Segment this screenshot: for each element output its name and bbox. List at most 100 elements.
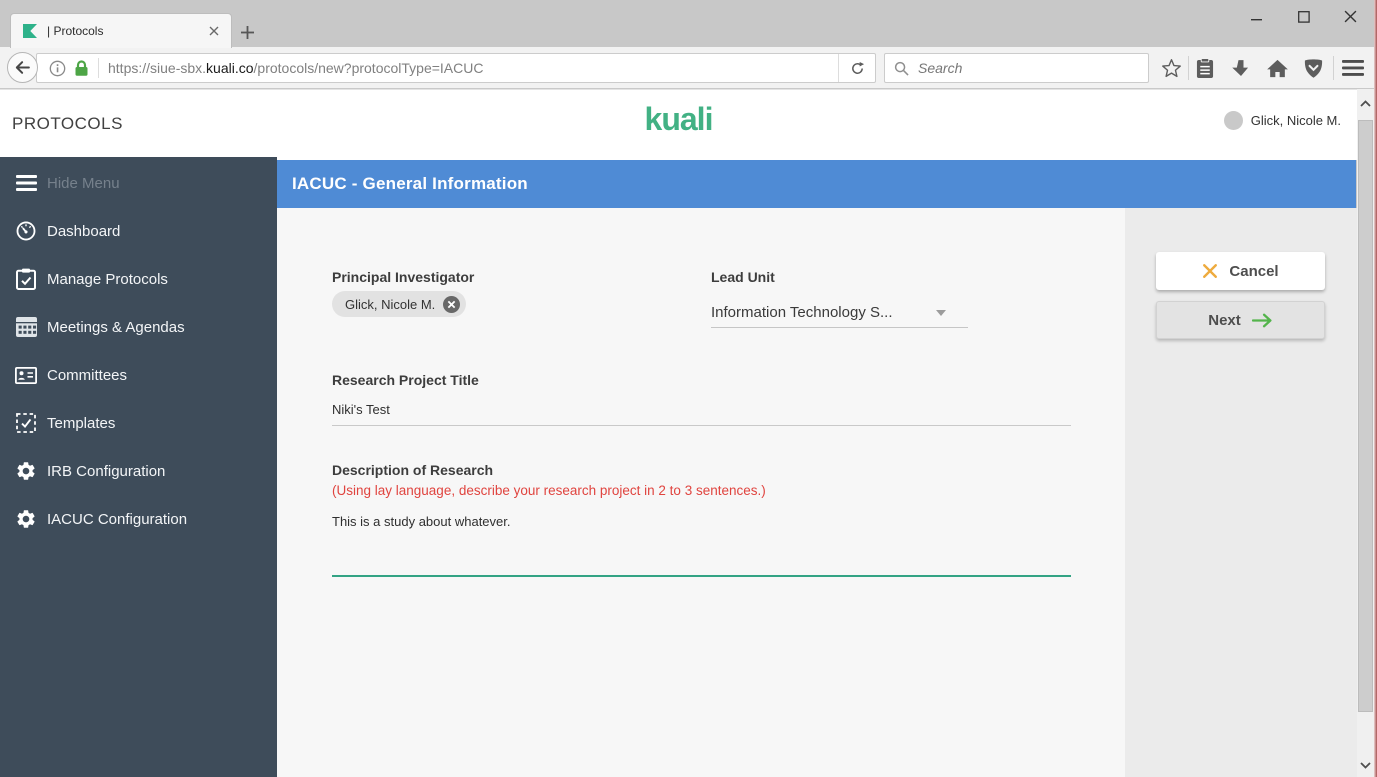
url-domain: kuali.co (206, 60, 254, 76)
download-arrow-icon (1232, 59, 1249, 76)
downloads-button[interactable] (1228, 56, 1254, 80)
app-header: PROTOCOLS kuali Glick, Nicole M. (0, 89, 1357, 160)
sidebar-item-dashboard[interactable]: Dashboard (0, 207, 277, 255)
gauge-icon (14, 219, 38, 243)
star-icon (1161, 58, 1181, 77)
description-label: Description of Research (332, 462, 494, 478)
form-content: Principal Investigator Glick, Nicole M. … (277, 208, 1357, 777)
scrollbar-thumb[interactable] (1358, 120, 1373, 712)
sidebar-item-hide-menu[interactable]: Hide Menu (0, 159, 277, 207)
project-title-input[interactable]: Niki's Test (332, 398, 1071, 426)
browser-toolbar: https://siue-sbx.kuali.co/protocols/new?… (0, 47, 1377, 89)
url-text: https://siue-sbx.kuali.co/protocols/new?… (108, 60, 838, 76)
sidebar-item-label: IACUC Configuration (47, 510, 188, 528)
chevron-down-icon (1360, 762, 1371, 769)
scroll-up-button[interactable] (1357, 95, 1374, 112)
section-title: IACUC - General Information (292, 174, 528, 193)
maximize-button[interactable] (1289, 4, 1318, 29)
back-arrow-icon (15, 61, 30, 74)
clipboard-icon (1196, 57, 1214, 78)
pocket-button[interactable] (1300, 56, 1326, 80)
bookmark-star-button[interactable] (1158, 56, 1184, 80)
sidebar: Hide Menu Dashboard Manage Protocols Mee… (0, 157, 277, 777)
next-button[interactable]: Next (1156, 301, 1325, 339)
sidebar-item-committees[interactable]: Committees (0, 351, 277, 399)
close-icon (1344, 10, 1357, 23)
page-scrollbar[interactable] (1357, 89, 1374, 777)
browser-window: | Protocols https://siue-sbx.kuali.co/pr… (0, 0, 1377, 777)
sidebar-item-label: IRB Configuration (47, 462, 166, 480)
divider (1188, 56, 1189, 80)
pocket-shield-icon (1304, 58, 1322, 78)
dashed-checkbox-icon (14, 411, 38, 435)
tab-title: | Protocols (47, 24, 104, 38)
id-card-icon (14, 363, 38, 387)
new-tab-button[interactable] (236, 22, 258, 42)
lead-unit-select[interactable]: Information Technology S... (711, 298, 968, 328)
minimize-icon (1250, 18, 1262, 20)
sidebar-item-label: Committees (47, 366, 128, 384)
search-bar[interactable] (884, 53, 1149, 83)
hamburger-icon (14, 171, 38, 195)
menu-button[interactable] (1340, 56, 1366, 80)
chevron-down-icon (936, 309, 946, 316)
minimize-button[interactable] (1242, 4, 1271, 29)
home-button[interactable] (1264, 56, 1290, 80)
principal-investigator-label: Principal Investigator (332, 269, 475, 285)
user-name: Glick, Nicole M. (1250, 113, 1341, 128)
close-button[interactable] (1336, 4, 1365, 29)
browser-tab[interactable]: | Protocols (10, 13, 232, 48)
divider (1333, 56, 1334, 80)
hamburger-icon (1342, 60, 1364, 76)
action-rail (1125, 208, 1357, 777)
close-icon (209, 26, 219, 36)
back-button[interactable] (7, 52, 38, 83)
sidebar-item-manage-protocols[interactable]: Manage Protocols (0, 255, 277, 303)
sidebar-item-irb-configuration[interactable]: IRB Configuration (0, 447, 277, 495)
description-hint: (Using lay language, describe your resea… (332, 483, 766, 498)
sidebar-item-templates[interactable]: Templates (0, 399, 277, 447)
info-icon (49, 60, 66, 76)
sidebar-item-meetings-agendas[interactable]: Meetings & Agendas (0, 303, 277, 351)
next-arrow-icon (1251, 313, 1272, 327)
chip-remove-button[interactable] (443, 295, 461, 313)
window-controls (1242, 4, 1365, 29)
maximize-icon (1297, 10, 1310, 23)
description-textarea[interactable]: This is a study about whatever. (332, 509, 1071, 577)
kuali-favicon (23, 24, 37, 38)
avatar (1223, 111, 1243, 130)
reading-list-button[interactable] (1192, 56, 1218, 80)
cancel-button[interactable]: Cancel (1156, 252, 1325, 290)
project-title-value: Niki's Test (332, 402, 390, 417)
chip-label: Glick, Nicole M. (345, 296, 436, 312)
gear-icon (14, 459, 38, 483)
lock-icon (75, 59, 88, 76)
sidebar-item-label: Dashboard (47, 222, 121, 240)
scroll-down-button[interactable] (1357, 757, 1374, 774)
tab-close-button[interactable] (205, 22, 223, 40)
project-title-label: Research Project Title (332, 372, 479, 388)
url-prefix: https://siue-sbx. (108, 60, 207, 76)
description-value: This is a study about whatever. (332, 514, 511, 529)
kuali-logo: kuali (644, 101, 714, 137)
lead-unit-value: Information Technology S... (711, 304, 893, 321)
search-input[interactable] (916, 59, 1140, 77)
home-icon (1266, 59, 1288, 77)
sidebar-item-label: Hide Menu (47, 174, 120, 192)
next-label: Next (1208, 311, 1241, 329)
principal-investigator-chip[interactable]: Glick, Nicole M. (332, 291, 467, 317)
plus-icon (240, 25, 254, 39)
reload-icon (851, 61, 864, 74)
close-icon (448, 300, 456, 308)
sidebar-item-label: Templates (47, 414, 116, 432)
user-menu[interactable]: Glick, Nicole M. (1223, 111, 1341, 130)
chevron-up-icon (1360, 100, 1371, 107)
reload-button[interactable] (838, 54, 875, 82)
clipboard-check-icon (14, 267, 38, 291)
search-icon (894, 61, 909, 76)
sidebar-item-label: Manage Protocols (47, 270, 168, 288)
url-bar[interactable]: https://siue-sbx.kuali.co/protocols/new?… (36, 53, 876, 83)
calendar-icon (14, 315, 38, 339)
cancel-x-icon (1203, 264, 1218, 278)
sidebar-item-iacuc-configuration[interactable]: IACUC Configuration (0, 495, 277, 543)
